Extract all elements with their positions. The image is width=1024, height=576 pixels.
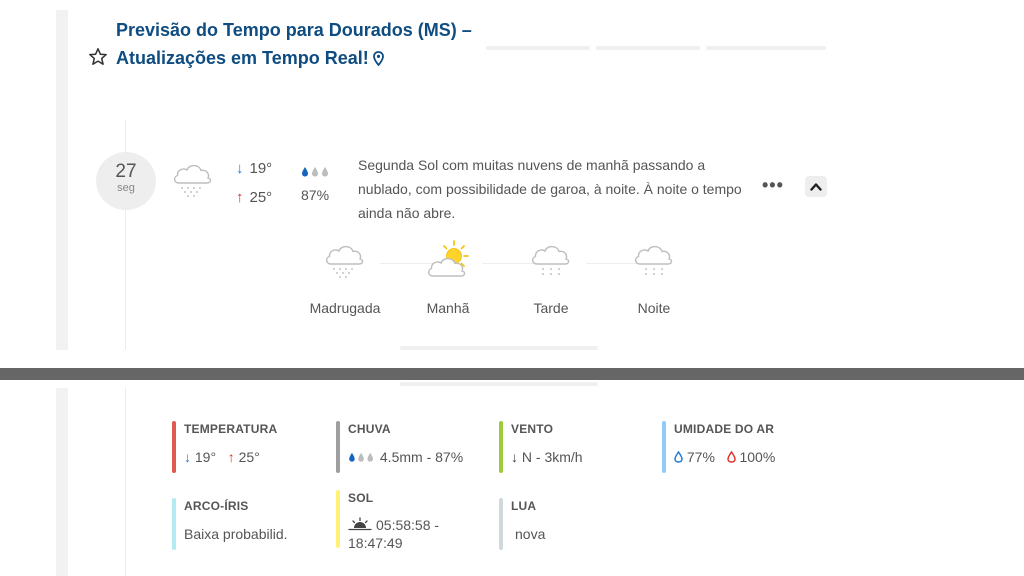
rain-probability: 87%	[301, 187, 330, 203]
placeholder-bar	[400, 382, 598, 386]
divider-bar	[0, 368, 1024, 380]
rain-value: 4.5mm - 87%	[379, 449, 464, 465]
placeholder-bar	[706, 46, 826, 50]
info-title: SOL	[348, 491, 374, 505]
arrow-down-icon: ↓	[184, 449, 191, 465]
temp-min-value: 19°	[194, 449, 217, 465]
humidity-max-icon	[726, 450, 736, 463]
period-label: Manhã	[426, 300, 470, 316]
placeholder-bar	[486, 46, 590, 50]
sun-cloud-icon	[427, 240, 469, 277]
temp-min: ↓ 19°	[236, 160, 272, 177]
info-umidade: UMIDADE DO AR 77% 100%	[662, 421, 775, 473]
accent-bar	[336, 421, 340, 473]
info-arco-iris: ARCO-ÍRIS Baixa probabilid.	[172, 498, 288, 550]
cloud-light-rain-icon	[634, 245, 673, 275]
date-day: 27	[115, 161, 137, 182]
info-title: TEMPERATURA	[184, 422, 278, 436]
placeholder-bar	[400, 346, 598, 350]
location-pin-icon	[372, 46, 384, 67]
period-manha: Manhã	[393, 238, 503, 316]
star-icon[interactable]	[88, 47, 108, 67]
period-tarde: Tarde	[496, 238, 606, 316]
info-value: 05:58:58 - 18:47:49	[348, 516, 463, 552]
temp-max-value: 25°	[249, 189, 273, 206]
info-value: nova	[515, 526, 546, 542]
page-title: Previsão do Tempo para Dourados (MS) – A…	[116, 16, 486, 72]
rain-drops-icon	[349, 452, 373, 462]
accent-bar	[336, 490, 340, 548]
info-title: VENTO	[511, 422, 554, 436]
forecast-description: Segunda Sol com muitas nuvens de manhã p…	[358, 157, 742, 221]
timeline-line	[125, 388, 126, 576]
period-noite: Noite	[599, 238, 709, 316]
placeholder-bar	[596, 46, 700, 50]
wind-direction-icon: ↓	[511, 449, 518, 465]
arrow-down-icon: ↓	[236, 160, 244, 177]
cloud-drizzle-icon	[325, 245, 364, 278]
info-value: 77% 100%	[674, 448, 775, 466]
info-vento: VENTO ↓ N - 3km/h	[499, 421, 583, 473]
date-weekday: seg	[117, 182, 135, 194]
info-lua: LUA nova	[499, 498, 546, 550]
date-badge: 27 seg	[96, 152, 156, 210]
info-title: UMIDADE DO AR	[674, 422, 775, 436]
cloud-drizzle-icon	[170, 157, 216, 203]
rain-drops-icon	[301, 165, 331, 177]
period-label: Noite	[637, 300, 671, 316]
accent-bar	[499, 498, 503, 550]
humidity-max-value: 100%	[739, 449, 776, 465]
arrow-up-icon: ↑	[227, 449, 235, 465]
arrow-up-icon: ↑	[236, 189, 244, 206]
chevron-up-icon	[810, 183, 822, 191]
humidity-min-icon	[674, 450, 683, 463]
accent-bar	[172, 498, 176, 550]
info-value: 4.5mm - 87%	[348, 448, 463, 466]
period-label: Tarde	[533, 300, 569, 316]
wind-value: N - 3km/h	[521, 449, 583, 465]
period-label: Madrugada	[309, 300, 381, 316]
info-sol: SOL 05:58:58 - 18:47:49	[336, 490, 463, 552]
info-title: LUA	[511, 499, 537, 513]
info-title: CHUVA	[348, 422, 391, 436]
info-temperatura: TEMPERATURA ↓ 19° ↑ 25°	[172, 421, 278, 473]
info-value: ↓ 19° ↑ 25°	[184, 448, 277, 466]
temp-min-value: 19°	[249, 160, 273, 177]
more-options-button[interactable]: •••	[762, 176, 784, 194]
accent-bar	[662, 421, 666, 473]
sunrise-icon	[348, 517, 372, 531]
content-rail	[56, 10, 68, 350]
info-value: ↓ N - 3km/h	[511, 448, 583, 466]
period-madrugada: Madrugada	[290, 238, 400, 316]
info-chuva: CHUVA 4.5mm - 87%	[336, 421, 463, 473]
accent-bar	[172, 421, 176, 473]
temp-max: ↑ 25°	[236, 189, 272, 206]
accent-bar	[499, 421, 503, 473]
info-value: Baixa probabilid.	[184, 526, 288, 542]
collapse-button[interactable]	[805, 176, 827, 197]
info-title: ARCO-ÍRIS	[184, 499, 249, 513]
humidity-min-value: 77%	[686, 449, 715, 465]
page-title-text: Previsão do Tempo para Dourados (MS) – A…	[116, 20, 472, 68]
cloud-light-rain-icon	[531, 245, 570, 275]
content-rail	[56, 388, 68, 576]
temp-max-value: 25°	[238, 449, 260, 465]
